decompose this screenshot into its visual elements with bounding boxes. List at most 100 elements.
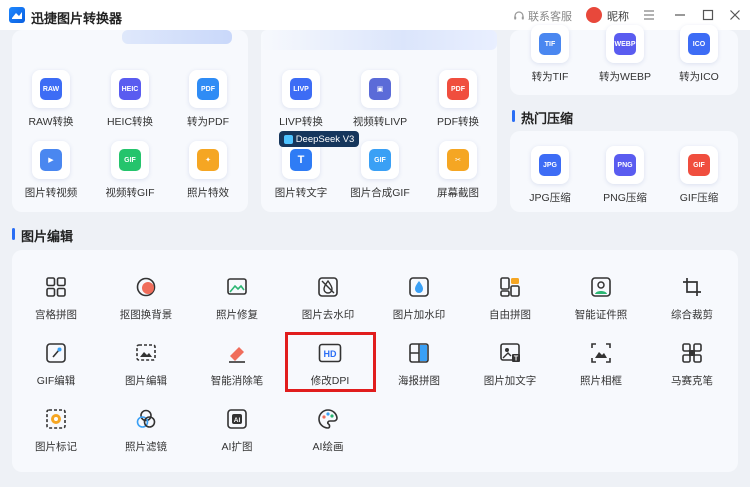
livp-icon: LIVP (290, 78, 312, 100)
tool-heic[interactable]: HEIC HEIC转换 (90, 70, 170, 129)
photo-frame-icon (588, 340, 614, 366)
grid-icon (43, 274, 69, 300)
nickname[interactable]: 昵称 (607, 8, 629, 24)
edit-ai-paint[interactable]: AI绘画 (283, 406, 373, 454)
edit-crop[interactable]: 综合裁剪 (647, 274, 737, 322)
banner-decoration (261, 30, 497, 50)
tool-gif-compress[interactable]: GIF GIF压缩 (659, 146, 739, 205)
tool-image-to-video[interactable]: ▶ 图片转视频 (11, 141, 91, 200)
edit-label: 马赛克笔 (671, 375, 713, 387)
tool-to-ico[interactable]: ICO 转为ICO (659, 25, 739, 84)
tool-label: PNG压缩 (603, 192, 647, 204)
edit-id-photo[interactable]: 智能证件照 (556, 274, 646, 322)
tool-label: HEIC转换 (106, 116, 154, 128)
edit-smart-eraser[interactable]: 智能消除笔 (192, 340, 282, 388)
avatar[interactable] (586, 7, 602, 23)
app-title: 迅捷图片转换器 (31, 11, 123, 26)
edit-label: 综合裁剪 (671, 309, 713, 321)
tif-icon: TIF (539, 33, 561, 55)
edit-label: 照片滤镜 (125, 441, 167, 453)
edit-grid-collage[interactable]: 宫格拼图 (11, 274, 101, 322)
pdf-icon: PDF (447, 78, 469, 100)
tool-icon-frame: ▶ (32, 141, 70, 179)
edit-gif[interactable]: GIF编辑 (11, 340, 101, 388)
edit-add-text[interactable]: T 图片加文字 (465, 340, 555, 388)
support-button[interactable]: 联系客服 (513, 8, 572, 24)
scissors-icon: ✂ (447, 149, 469, 171)
tool-video-to-livp[interactable]: ▣ 视频转LIVP (340, 70, 420, 129)
edit-remove-watermark[interactable]: 图片去水印 (283, 274, 373, 322)
tool-icon-frame: ✦ (189, 141, 227, 179)
tool-livp[interactable]: LIVP LIVP转换 (261, 70, 341, 129)
tool-image-to-text[interactable]: T 图片转文字 (261, 141, 341, 200)
tool-video-to-gif[interactable]: GIF 视频转GIF (90, 141, 170, 200)
tool-icon-frame: GIF (111, 141, 149, 179)
free-collage-icon (497, 274, 523, 300)
tool-label: GIF压缩 (679, 192, 719, 204)
edit-poster-collage[interactable]: 海报拼图 (374, 340, 464, 388)
tool-raw[interactable]: RAW RAW转换 (11, 70, 91, 129)
tool-label: 转为WEBP (599, 71, 651, 83)
edit-ai-expand[interactable]: AI AI扩图 (192, 406, 282, 454)
tool-screenshot[interactable]: ✂ 屏幕截图 (418, 141, 498, 200)
filter-icon (133, 406, 159, 432)
add-watermark-icon (406, 274, 432, 300)
tool-icon-frame: ✂ (439, 141, 477, 179)
edit-mark[interactable]: 图片标记 (11, 406, 101, 454)
tool-to-tif[interactable]: TIF 转为TIF (510, 25, 590, 84)
edit-label: 图片编辑 (125, 375, 167, 387)
image-repair-icon (224, 274, 250, 300)
close-button[interactable] (725, 5, 745, 25)
tool-label: 视频转LIVP (352, 116, 408, 128)
id-photo-icon (588, 274, 614, 300)
tool-label: 屏幕截图 (437, 187, 479, 199)
tool-icon-frame: PDF (189, 70, 227, 108)
edit-label: 图片加文字 (483, 375, 537, 387)
webp-icon: WEBP (614, 33, 636, 55)
eraser-icon (224, 340, 250, 366)
tool-icon-frame: GIF (680, 146, 718, 184)
edit-filter[interactable]: 照片滤镜 (101, 406, 191, 454)
effects-icon: ✦ (197, 149, 219, 171)
edit-free-collage[interactable]: 自由拼图 (465, 274, 555, 322)
tool-icon-frame: JPG (531, 146, 569, 184)
ico-icon: ICO (688, 33, 710, 55)
menu-button[interactable] (639, 5, 659, 25)
tool-pdf-convert[interactable]: PDF PDF转换 (418, 70, 498, 129)
tool-photo-effects[interactable]: ✦ 照片特效 (168, 141, 248, 200)
cutout-icon (133, 274, 159, 300)
tool-to-webp[interactable]: WEBP 转为WEBP (585, 25, 665, 84)
selected-tool-highlight (285, 332, 376, 392)
tool-label: 图片转文字 (274, 187, 328, 199)
tool-to-pdf[interactable]: PDF 转为PDF (168, 70, 248, 129)
gif-icon: GIF (688, 154, 710, 176)
edit-label: 图片去水印 (301, 309, 355, 321)
tool-label: PDF转换 (437, 116, 479, 128)
gif-icon: GIF (369, 149, 391, 171)
edit-photo-frame[interactable]: 照片相框 (556, 340, 646, 388)
tool-png-compress[interactable]: PNG PNG压缩 (585, 146, 665, 205)
clapper-icon: ▣ (369, 78, 391, 100)
tool-label: 转为PDF (187, 116, 229, 128)
image-edit-icon (133, 340, 159, 366)
tool-label: RAW转换 (28, 116, 74, 128)
edit-photo-repair[interactable]: 照片修复 (192, 274, 282, 322)
maximize-button[interactable] (698, 5, 718, 25)
heic-icon: HEIC (119, 78, 141, 100)
crop-icon (679, 274, 705, 300)
edit-label: 图片标记 (35, 441, 77, 453)
edit-cutout[interactable]: 抠图换背景 (101, 274, 191, 322)
minimize-button[interactable] (670, 5, 690, 25)
edit-add-watermark[interactable]: 图片加水印 (374, 274, 464, 322)
tool-label: 视频转GIF (105, 187, 155, 199)
edit-mosaic[interactable]: 马赛克笔 (647, 340, 737, 388)
tool-icon-frame: ▣ (361, 70, 399, 108)
edit-image[interactable]: 图片编辑 (101, 340, 191, 388)
tool-images-to-gif[interactable]: GIF 图片合成GIF (340, 141, 420, 200)
edit-label: 照片相框 (580, 375, 622, 387)
tool-label: 照片特效 (187, 187, 229, 199)
edit-label: 智能消除笔 (210, 375, 264, 387)
edit-label: 海报拼图 (398, 375, 440, 387)
tool-jpg-compress[interactable]: JPG JPG压缩 (510, 146, 590, 205)
banner-decoration (122, 30, 232, 44)
